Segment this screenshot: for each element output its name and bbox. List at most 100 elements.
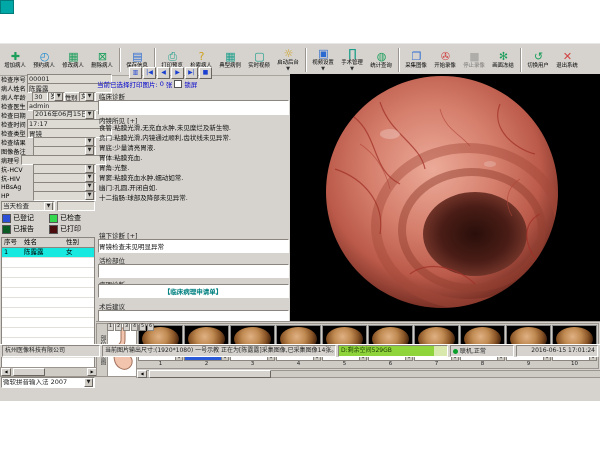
- search-patient-icon: ?: [199, 51, 205, 62]
- toolbar-button-label: 实时视频: [249, 62, 271, 68]
- table-row[interactable]: 1陈露露女: [2, 248, 94, 258]
- toolbar-button-删除病人[interactable]: ⊠删除病人: [88, 45, 117, 74]
- toolbar-button-修改病人[interactable]: ▦修改病人: [59, 45, 88, 74]
- table-empty-row[interactable]: [2, 268, 94, 278]
- form-select-HP[interactable]: ▼: [33, 191, 96, 201]
- chevron-down-icon[interactable]: ▼: [286, 66, 290, 72]
- print-preview-icon: ⎙: [168, 51, 177, 62]
- toolbar-button-采集图像[interactable]: ❐采集图像: [402, 45, 431, 74]
- legend-swatch: [2, 214, 11, 223]
- record-nav-button[interactable]: ▥: [129, 67, 142, 79]
- endoscopic-diagnosis-text: 胃镜检查未见明显异常: [99, 241, 287, 251]
- biopsy-site-area[interactable]: [98, 264, 289, 278]
- ime-value: 微软拼音输入法 2007: [3, 379, 84, 386]
- toolbar-button-label: 切换用户: [528, 62, 550, 68]
- record-nav-button[interactable]: ◀: [157, 67, 170, 79]
- toolbar-button-开始录像[interactable]: ✇开始录像: [431, 45, 460, 74]
- record-nav-button[interactable]: ■: [199, 67, 212, 79]
- table-empty-row[interactable]: [2, 308, 94, 318]
- table-empty-row[interactable]: [2, 288, 94, 298]
- lock-checkbox[interactable]: [174, 80, 182, 88]
- exam-filter-value: 当天检查: [3, 203, 44, 210]
- table-empty-row[interactable]: [2, 258, 94, 268]
- findings-line: 胃窦:粘膜充血水肿,蠕动如常.: [99, 173, 287, 183]
- form-label: 检查序号: [1, 74, 26, 84]
- sex-label: 性别: [65, 92, 78, 102]
- patient-list-hscrollbar[interactable]: ◀ ▶: [0, 367, 98, 377]
- print-selection-label: 当前已选择打印图片:: [97, 79, 158, 89]
- freeze-frame-icon: ✻: [499, 51, 508, 62]
- legend-item: 已报告: [2, 224, 47, 234]
- findings-line: 贲门:粘膜光滑,内镜通过顺利,齿状线未见异常.: [99, 133, 287, 143]
- ime-select[interactable]: 微软拼音输入法 2007 ▼: [1, 377, 95, 388]
- clinical-diagnosis-area[interactable]: [98, 100, 289, 115]
- toolbar-button-退出系统[interactable]: ✕退出系统: [553, 45, 582, 74]
- colon-image-graphic: [290, 74, 600, 321]
- stomach-position-button[interactable]: 4: [131, 323, 138, 331]
- scroll-left-icon[interactable]: ◀: [1, 368, 11, 376]
- toolbar-button-典型病例[interactable]: ▦典型病例: [216, 45, 245, 74]
- toolbar-button-label: 删除病人: [92, 62, 114, 68]
- form-label: 图像备注: [1, 146, 31, 156]
- exit-system-icon: ✕: [563, 51, 572, 62]
- record-nav-button[interactable]: ▶: [171, 67, 184, 79]
- stop-record-icon: ■: [469, 51, 479, 62]
- endoscopy-live-image[interactable]: [290, 74, 600, 321]
- scrollbar-thumb[interactable]: [13, 368, 45, 376]
- chevron-down-icon[interactable]: ▼: [321, 66, 325, 72]
- toolbar-button-统计查询[interactable]: ◍统计查询: [367, 45, 396, 74]
- stomach-position-button[interactable]: 1: [107, 323, 114, 331]
- chevron-down-icon[interactable]: ▼: [85, 191, 94, 200]
- chevron-down-icon[interactable]: ▼: [44, 202, 53, 211]
- switch-user-icon: ↺: [534, 51, 543, 62]
- table-cell: 女: [64, 248, 94, 257]
- chevron-down-icon[interactable]: ▼: [350, 66, 354, 72]
- stomach-position-button[interactable]: 3: [123, 323, 130, 331]
- live-video-icon: ▢: [254, 51, 264, 62]
- patient-list-table: 序号姓名性别1陈露露女: [1, 237, 95, 379]
- stomach-position-button[interactable]: 5: [139, 323, 146, 331]
- toolbar-button-视频设置[interactable]: ▣视频设置▼: [309, 45, 338, 74]
- filmstrip-hscrollbar[interactable]: ◀: [136, 370, 600, 378]
- edit-patient-icon: ▦: [68, 51, 78, 62]
- table-empty-row[interactable]: [2, 318, 94, 328]
- scrollbar-thumb[interactable]: [149, 370, 271, 378]
- stomach-position-button[interactable]: 6: [147, 323, 154, 331]
- findings-line: 食管:粘膜光滑,无充血水肿,未见糜烂及新生物.: [99, 123, 287, 133]
- stomach-position-button[interactable]: 2: [115, 323, 122, 331]
- toolbar-button-预约病人[interactable]: ◴预约病人: [30, 45, 59, 74]
- scroll-left-icon[interactable]: ◀: [137, 370, 147, 378]
- record-nav-button[interactable]: ▶|: [185, 67, 198, 79]
- record-nav-button[interactable]: |◀: [143, 67, 156, 79]
- online-dot-icon: [453, 349, 458, 354]
- toolbar-button-画面冻结[interactable]: ✻画面冻结: [489, 45, 518, 74]
- toolbar-button-label: 预约病人: [34, 62, 56, 68]
- toolbar-button-停止录像[interactable]: ■停止录像: [460, 45, 489, 74]
- toolbar-button-切换用户[interactable]: ↺切换用户: [524, 45, 553, 74]
- legend-item: 已登记: [2, 213, 47, 223]
- table-empty-row[interactable]: [2, 298, 94, 308]
- table-header-cell: 性别: [64, 238, 94, 247]
- toolbar-separator: [119, 48, 121, 72]
- toolbar-button-启动后台[interactable]: ☼启动后台▼: [274, 45, 303, 74]
- table-empty-row[interactable]: [2, 278, 94, 288]
- ime-row: 微软拼音输入法 2007 ▼: [1, 377, 95, 387]
- toolbar-button-label: 采集图像: [406, 62, 428, 68]
- table-empty-row[interactable]: [2, 328, 94, 338]
- toolbar-button-label: 手术管理: [342, 59, 364, 65]
- exam-filter-select[interactable]: 当天检查 ▼: [1, 201, 55, 211]
- print-selection-count: 0: [160, 80, 164, 88]
- toolbar-separator: [398, 48, 400, 72]
- findings-line: 幽门:孔圆,开闭自如.: [99, 183, 287, 193]
- exam-filter-input[interactable]: [57, 201, 95, 211]
- form-label: HBsAg: [1, 183, 31, 191]
- chevron-down-icon[interactable]: ▼: [84, 378, 93, 387]
- toolbar-button-手术管理[interactable]: ∏手术管理▼: [338, 45, 367, 74]
- toolbar-button-实时视频[interactable]: ▢实时视频: [245, 45, 274, 74]
- pathology-request-link[interactable]: 【临床病理申请单】: [97, 286, 289, 296]
- form-label: 病人年龄: [1, 92, 31, 102]
- main-toolbar: ✚增加病人◴预约病人▦修改病人⊠删除病人▤保存信息⎙打印预览?检索病人▦典型病例…: [0, 44, 600, 76]
- toolbar-button-增加病人[interactable]: ✚增加病人: [1, 45, 30, 74]
- endoscopic-findings-text[interactable]: 食管:粘膜光滑,无充血水肿,未见糜烂及新生物.贲门:粘膜光滑,内镜通过顺利,齿状…: [99, 123, 287, 203]
- status-capture-info: 当前图片输出尺寸:(1920*1080) 一号示教 正在为[陈露露]采集图像,已…: [102, 345, 336, 357]
